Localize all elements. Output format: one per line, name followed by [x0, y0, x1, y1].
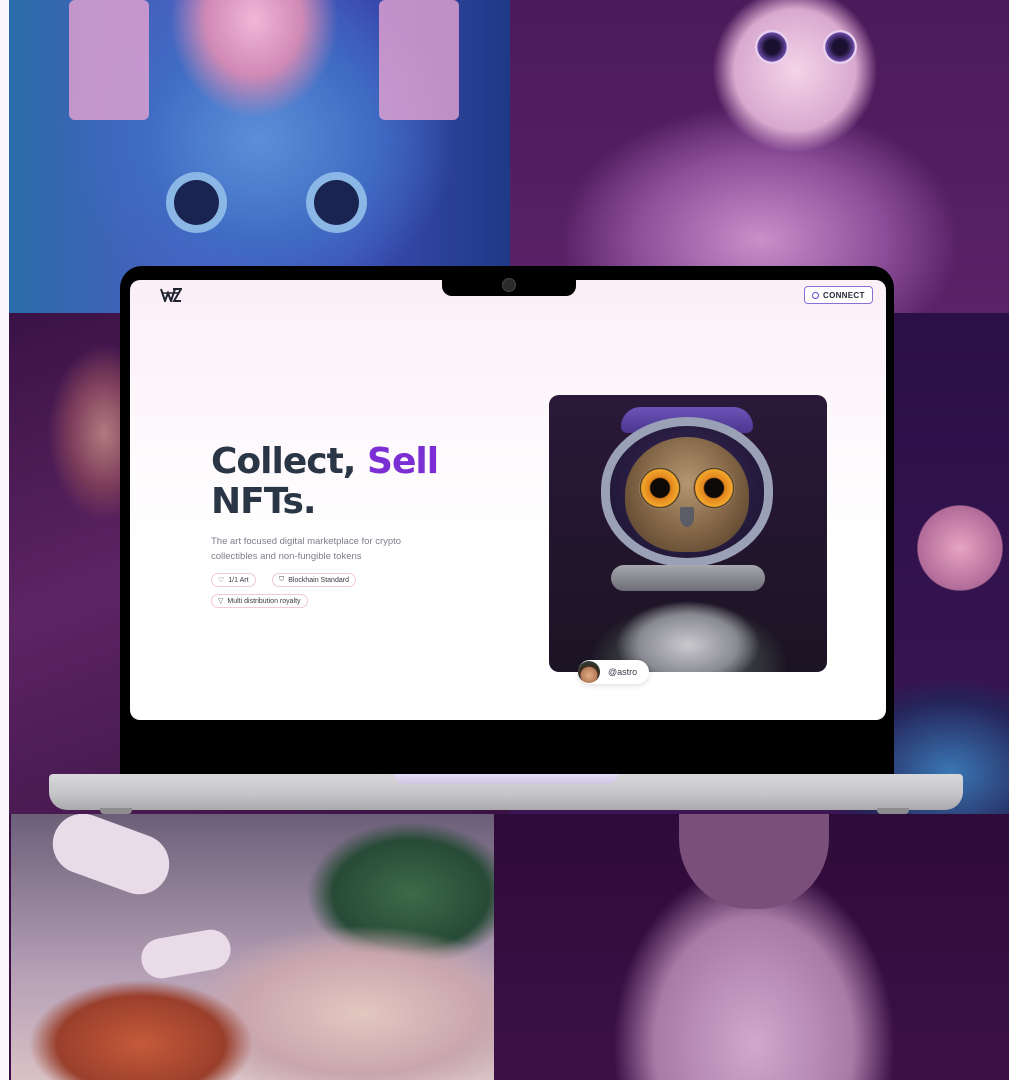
laptop-trackpad-notch	[394, 774, 618, 784]
connect-button[interactable]: CONNECT	[804, 286, 873, 304]
avatar	[578, 661, 600, 683]
creator-badge[interactable]: @astro	[578, 660, 650, 684]
creator-handle: @astro	[608, 667, 638, 677]
page-edge	[0, 0, 9, 1080]
featured-nft-image[interactable]	[549, 395, 827, 672]
hero-title-accent: Sell	[367, 441, 439, 482]
heart-icon: ♡	[218, 577, 225, 584]
laptop-screen: CONNECT Collect, Sell NFTs. The art focu…	[130, 280, 886, 720]
owl-face	[625, 437, 749, 552]
hero-subtitle: The art focused digital marketplace for …	[211, 536, 402, 562]
chip-label: Multi distribution royalty	[227, 597, 301, 605]
hero-title-part2: NFTs.	[211, 481, 317, 522]
feature-chip: ♡ 1/1 Art	[211, 573, 256, 587]
hero-title-part1: Collect,	[211, 441, 356, 482]
shield-icon: ⛉	[279, 576, 285, 583]
circle-icon	[812, 291, 819, 299]
camera-icon	[502, 278, 516, 292]
bg-tile-astronaut-praying	[494, 814, 1009, 1080]
laptop-foot-right	[877, 808, 909, 814]
laptop-foot-left	[100, 808, 132, 814]
wl-logo-icon[interactable]	[160, 288, 183, 304]
chip-label: 1/1 Art	[228, 576, 249, 584]
bg-tile-astronaut-beach	[11, 814, 494, 1080]
chip-label: Blockhain Standard	[288, 576, 349, 584]
funnel-icon: ▽	[218, 598, 224, 605]
feature-chip: ▽ Multi distribution royalty	[211, 594, 308, 608]
hero-title: Collect, Sell NFTs.	[211, 441, 439, 522]
connect-label: CONNECT	[823, 290, 865, 300]
feature-chip: ⛉ Blockhain Standard	[272, 573, 356, 587]
